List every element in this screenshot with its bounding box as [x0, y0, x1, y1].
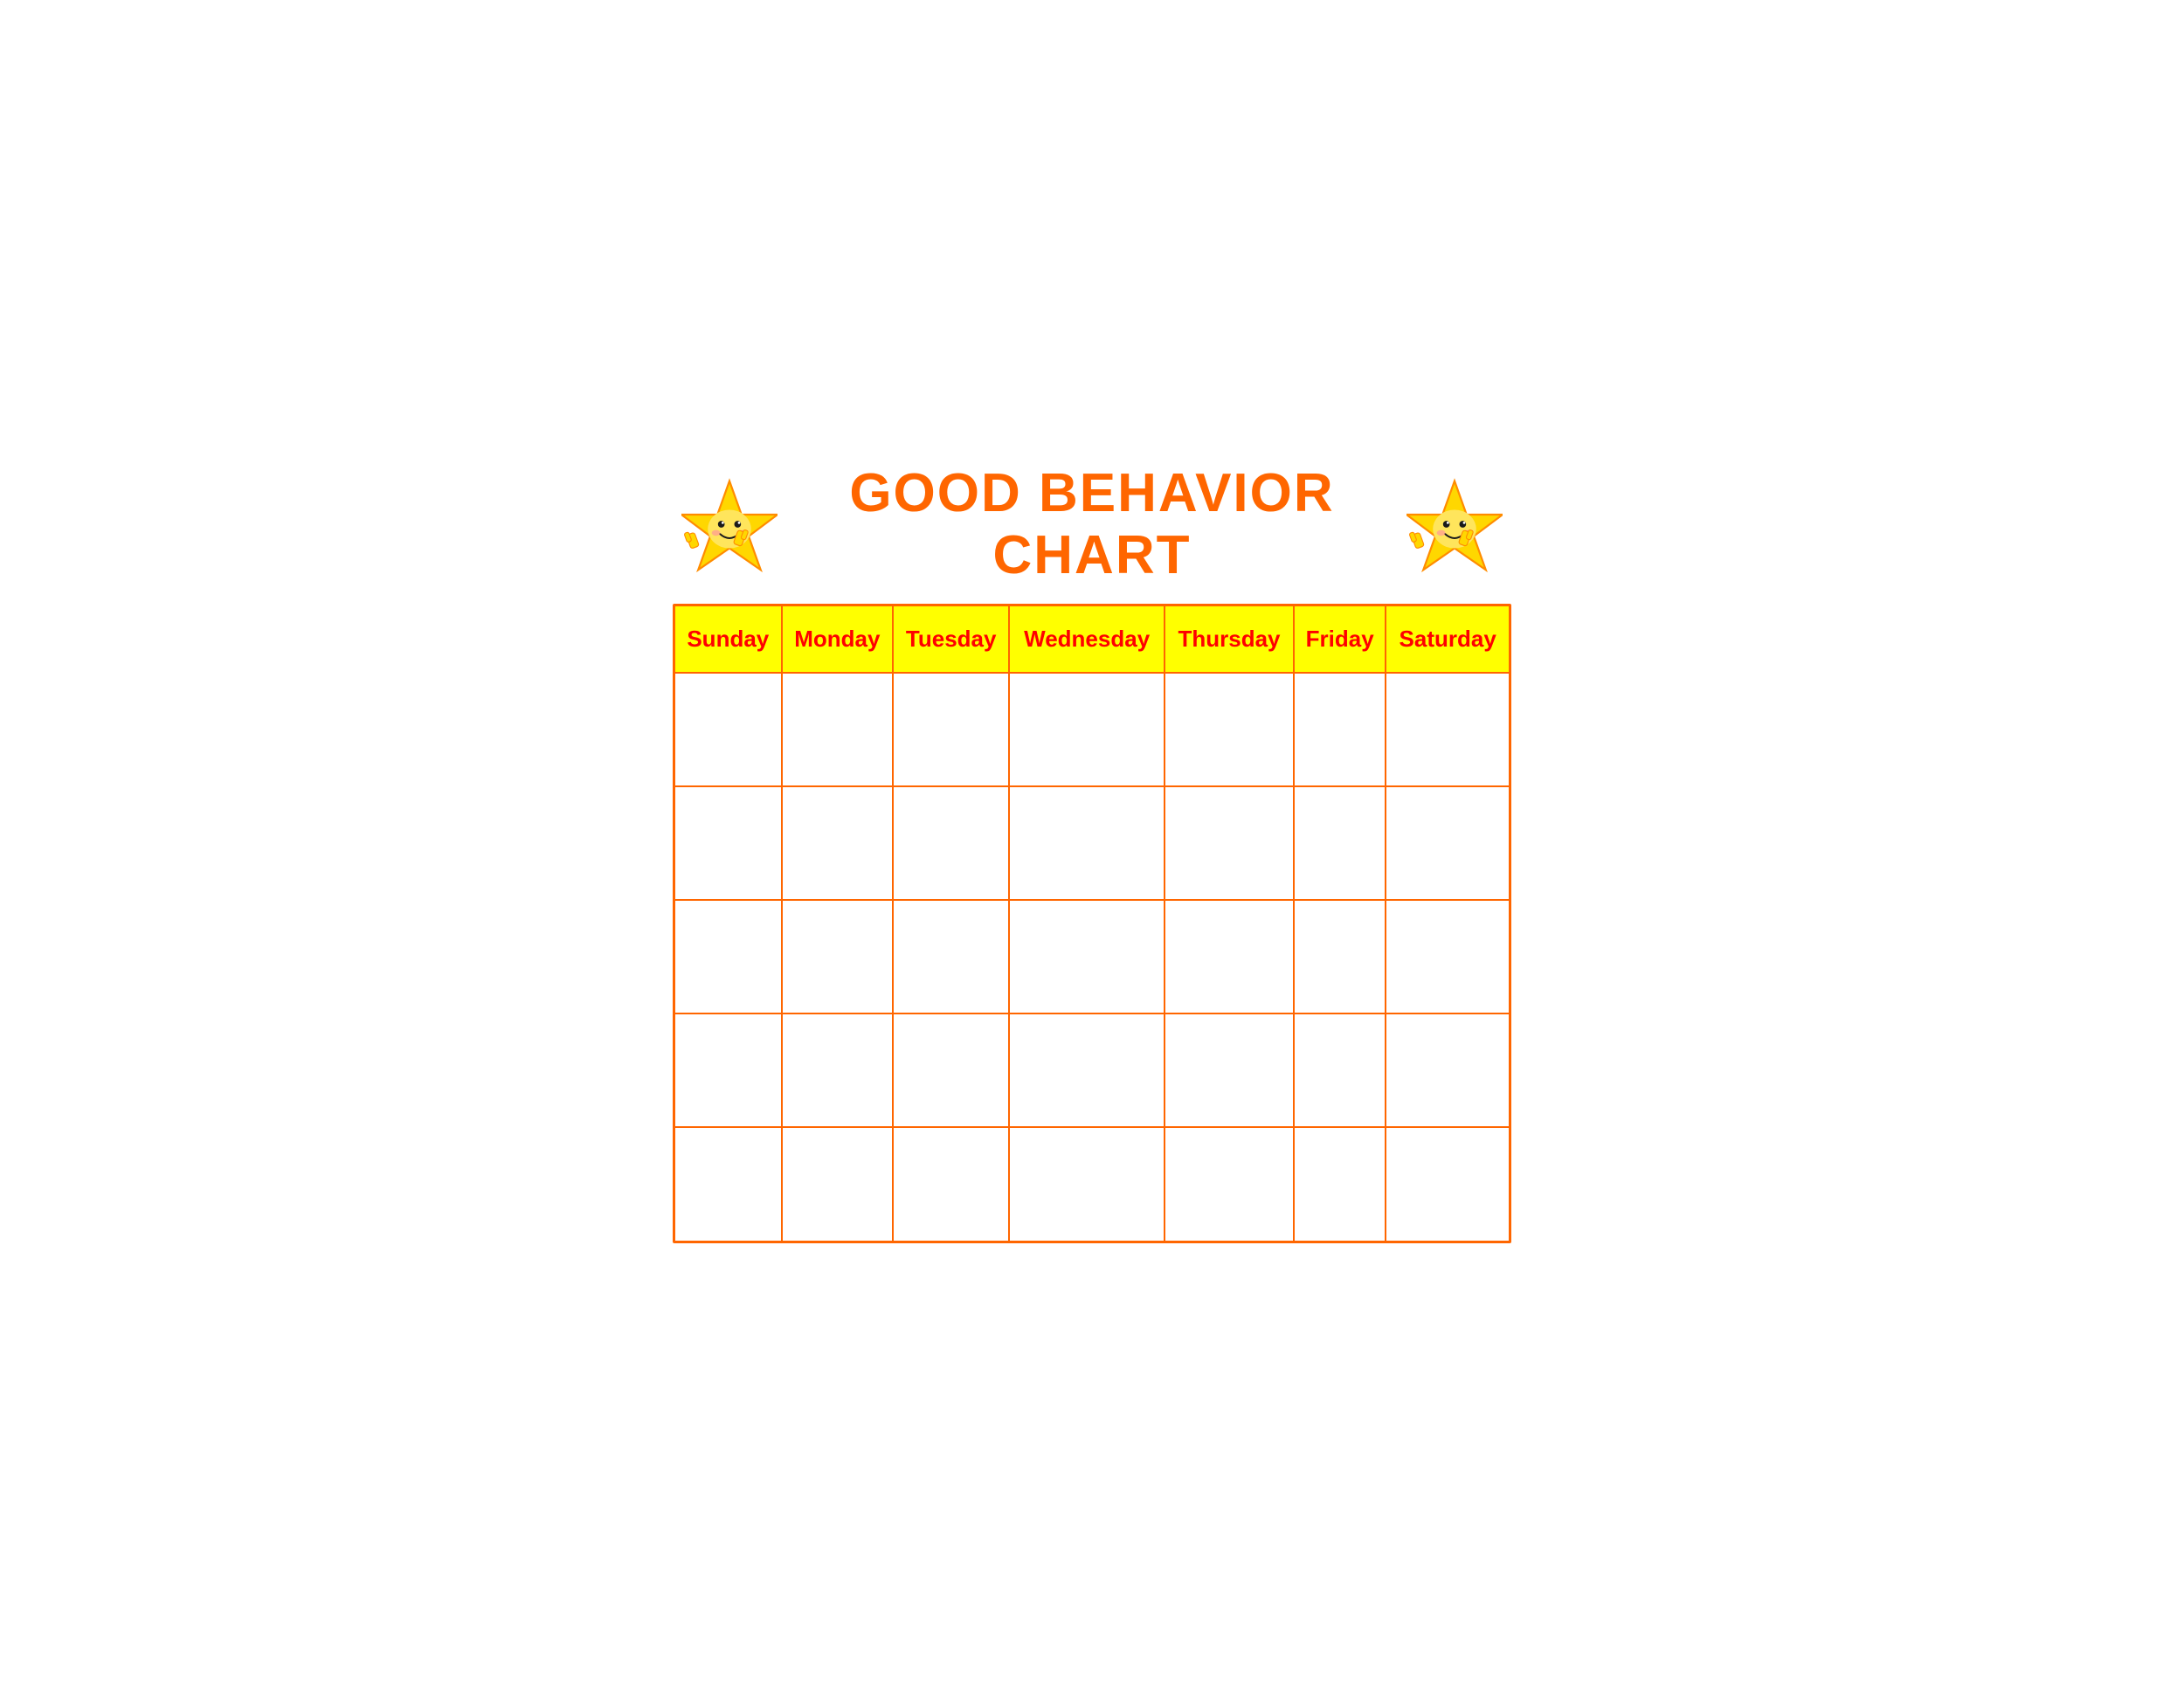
behavior-chart: Sunday Monday Tuesday Wednesday Thursday… — [675, 606, 1509, 1241]
table-cell[interactable] — [893, 900, 1009, 1013]
table-cell[interactable] — [893, 1013, 1009, 1127]
col-saturday: Saturday — [1386, 606, 1509, 673]
table-cell[interactable] — [1165, 1013, 1294, 1127]
col-tuesday: Tuesday — [893, 606, 1009, 673]
table-cell[interactable] — [1165, 673, 1294, 786]
table-cell[interactable] — [1294, 1013, 1386, 1127]
col-monday: Monday — [782, 606, 893, 673]
table-cell[interactable] — [1386, 786, 1509, 900]
table-cell[interactable] — [1009, 900, 1165, 1013]
table-cell[interactable] — [1294, 900, 1386, 1013]
table-cell[interactable] — [893, 1127, 1009, 1241]
star-left-icon — [681, 476, 778, 572]
page-title: GOOD BEHAVIOR CHART — [786, 462, 1398, 586]
table-cell[interactable] — [893, 786, 1009, 900]
table-cell[interactable] — [1386, 673, 1509, 786]
table-cell[interactable] — [1009, 673, 1165, 786]
table-cell[interactable] — [675, 673, 782, 786]
table-cell[interactable] — [782, 1127, 893, 1241]
col-thursday: Thursday — [1165, 606, 1294, 673]
table-cell[interactable] — [782, 1013, 893, 1127]
table-cell[interactable] — [1386, 1127, 1509, 1241]
table-cell[interactable] — [1386, 1013, 1509, 1127]
table-cell[interactable] — [675, 900, 782, 1013]
table-cell[interactable] — [675, 1127, 782, 1241]
star-right-icon — [1406, 476, 1503, 572]
col-wednesday: Wednesday — [1009, 606, 1165, 673]
table-cell[interactable] — [1294, 786, 1386, 900]
page-container: GOOD BEHAVIOR CHART — [673, 445, 1511, 1243]
table-cell[interactable] — [1009, 1127, 1165, 1241]
table-cell[interactable] — [782, 673, 893, 786]
table-cell[interactable] — [1009, 786, 1165, 900]
table-cell[interactable] — [782, 786, 893, 900]
col-friday: Friday — [1294, 606, 1386, 673]
table-cell[interactable] — [675, 1013, 782, 1127]
table-row — [675, 673, 1509, 786]
table-cell[interactable] — [1165, 1127, 1294, 1241]
col-sunday: Sunday — [675, 606, 782, 673]
table-row — [675, 1013, 1509, 1127]
table-cell[interactable] — [1165, 786, 1294, 900]
table-cell[interactable] — [782, 900, 893, 1013]
table-cell[interactable] — [893, 673, 1009, 786]
table-row — [675, 786, 1509, 900]
table-row — [675, 900, 1509, 1013]
table-cell[interactable] — [1386, 900, 1509, 1013]
header: GOOD BEHAVIOR CHART — [673, 445, 1511, 604]
header-row: Sunday Monday Tuesday Wednesday Thursday… — [675, 606, 1509, 673]
chart-wrapper: Sunday Monday Tuesday Wednesday Thursday… — [673, 604, 1511, 1243]
table-cell[interactable] — [675, 786, 782, 900]
table-cell[interactable] — [1009, 1013, 1165, 1127]
table-cell[interactable] — [1294, 673, 1386, 786]
table-row — [675, 1127, 1509, 1241]
table-cell[interactable] — [1165, 900, 1294, 1013]
table-cell[interactable] — [1294, 1127, 1386, 1241]
